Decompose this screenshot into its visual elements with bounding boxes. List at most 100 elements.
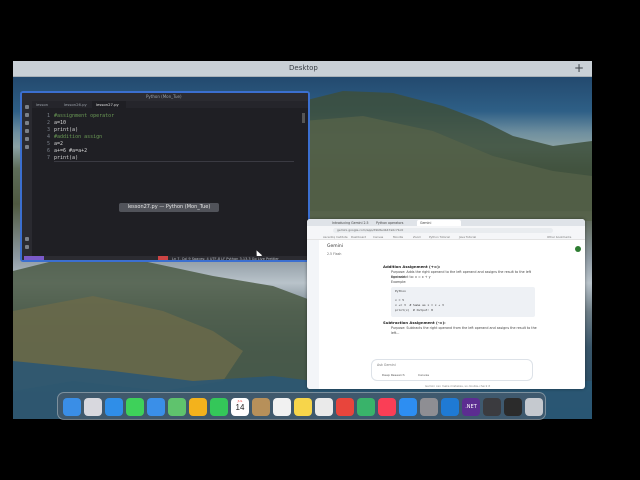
dock-chrome-icon[interactable] <box>336 398 354 416</box>
bookmarks-bar: Ascentiq Institute Dashboard Canvas Mood… <box>307 234 585 240</box>
response-line: Purpose: Subtracts the right operand fro… <box>391 326 537 335</box>
dock-settings-icon[interactable] <box>420 398 438 416</box>
avatar[interactable] <box>575 246 581 252</box>
dock-finder-icon[interactable] <box>63 398 81 416</box>
testing-icon[interactable] <box>25 145 29 149</box>
dock-trash-icon[interactable] <box>525 398 543 416</box>
bookmark-3[interactable]: Canvas <box>373 235 383 239</box>
code-editor[interactable]: #assignment operator a=10 print(a) #additio… <box>54 113 294 162</box>
run-debug-icon[interactable] <box>25 129 29 133</box>
dock-contacts-icon[interactable] <box>252 398 270 416</box>
bookmark-other[interactable]: Other bookmarks <box>547 235 571 239</box>
dock-safari-icon[interactable] <box>105 398 123 416</box>
extensions-icon[interactable] <box>25 137 29 141</box>
deep-research-button[interactable]: Deep Research <box>382 373 405 377</box>
add-desktop-button[interactable]: + <box>574 62 584 74</box>
dock-quicktime-icon[interactable] <box>483 398 501 416</box>
code-line[interactable]: a=2 <box>54 141 294 148</box>
calendar-day: 14 <box>235 403 245 412</box>
prompt-input[interactable]: Ask Gemini <box>377 363 396 367</box>
code-language-label: Python <box>395 289 406 293</box>
disclaimer: Gemini can make mistakes, so double-chec… <box>425 384 491 388</box>
explorer-icon[interactable] <box>25 105 29 109</box>
code-line[interactable]: print(a) <box>54 155 294 162</box>
bookmark-2[interactable]: Dashboard <box>351 235 366 239</box>
dock-freeform-icon[interactable] <box>315 398 333 416</box>
vscode-titlebar[interactable]: Python (Mon_Tue) <box>22 93 308 101</box>
line-number: 1 <box>46 113 50 119</box>
account-icon[interactable] <box>25 237 29 241</box>
status-bar: Ln 7, Col 9 Spaces: 4 UTF-8 LF Python 3.… <box>22 256 308 260</box>
code-line[interactable]: #addition assign <box>54 134 294 141</box>
source-control-icon[interactable] <box>25 121 29 125</box>
gemini-sidebar <box>307 240 319 389</box>
dock-music-icon[interactable] <box>378 398 396 416</box>
dock-calendar-icon[interactable]: JUL 14 <box>231 398 249 416</box>
search-icon[interactable] <box>25 113 29 117</box>
desktop-topbar: Desktop + <box>13 61 592 77</box>
dock-app-store-icon[interactable] <box>399 398 417 416</box>
dock-photos-icon[interactable] <box>189 398 207 416</box>
tab-lesson[interactable]: lesson <box>32 101 60 108</box>
bookmark-4[interactable]: Moodle <box>393 235 403 239</box>
dock: JUL 14 .NET <box>57 392 546 420</box>
gemini-response: Addition Assignment (+=): Purpose: Adds t… <box>383 263 543 335</box>
editor-scrollbar[interactable] <box>302 113 305 123</box>
bookmark-1[interactable]: Ascentiq Institute <box>323 235 348 239</box>
remote-indicator[interactable] <box>24 256 44 260</box>
response-heading: Addition Assignment (+=): <box>383 264 441 269</box>
code-line[interactable]: #assignment operator <box>54 113 294 120</box>
prompt-box[interactable]: Ask Gemini Deep Research Canvas <box>371 359 533 381</box>
dock-terminal-icon[interactable] <box>504 398 522 416</box>
line-number-gutter: 1234567 <box>36 113 54 162</box>
vscode-activity-bar <box>22 101 32 256</box>
problems-indicator[interactable] <box>158 256 168 260</box>
line-number: 3 <box>46 127 50 133</box>
bookmark-5[interactable]: Zoom <box>413 235 421 239</box>
line-number: 4 <box>46 134 50 140</box>
dock-reminders-icon[interactable] <box>273 398 291 416</box>
address-bar-row: gemini.google.com/app/d9b8e4b47a0c7bc0 <box>307 226 585 234</box>
browser-tab-bar: Introducing Gemini 2.5 Flash Python oper… <box>307 219 585 231</box>
code-line[interactable]: a+=6 #a=a+2 <box>54 148 294 155</box>
gemini-title[interactable]: Gemini <box>327 244 343 249</box>
dock-dotnet-icon[interactable]: .NET <box>462 398 480 416</box>
dock-messages-icon[interactable] <box>126 398 144 416</box>
response-heading: Subtraction Assignment (-=): <box>383 320 446 325</box>
dock-maps-icon[interactable] <box>168 398 186 416</box>
tab-lesson27[interactable]: lesson27.py <box>92 101 126 108</box>
code-line[interactable]: a=10 <box>54 120 294 127</box>
dotnet-label: .NET <box>465 404 477 410</box>
line-number: 6 <box>46 148 50 154</box>
browser-window[interactable]: Introducing Gemini 2.5 Flash Python oper… <box>307 219 585 389</box>
tab-lesson26[interactable]: lesson26.py <box>60 101 92 108</box>
dock-facetime-icon[interactable] <box>210 398 228 416</box>
vscode-window-title: Python (Mon_Tue) <box>146 94 182 99</box>
line-number: 7 <box>46 155 50 161</box>
dock-vscode-icon[interactable] <box>441 398 459 416</box>
dock-mail-icon[interactable] <box>147 398 165 416</box>
dock-notes-icon[interactable] <box>294 398 312 416</box>
desktop-screen: Desktop + Python (Mon_Tue) lesson lesson… <box>13 61 592 419</box>
code-block-line: x = 5 <box>395 298 405 302</box>
desktop-title: Desktop <box>289 64 318 72</box>
gear-icon[interactable] <box>25 245 29 249</box>
dock-launchpad-icon[interactable] <box>84 398 102 416</box>
bookmark-7[interactable]: Java Tutorial <box>459 235 476 239</box>
code-line[interactable]: print(a) <box>54 127 294 134</box>
dock-pycharm-icon[interactable] <box>357 398 375 416</box>
window-title-tooltip: lesson27.py — Python (Mon_Tue) <box>119 203 219 212</box>
address-bar[interactable]: gemini.google.com/app/d9b8e4b47a0c7bc0 <box>333 227 553 233</box>
code-block-line: x += 3 # Same as x = x + 3 <box>395 303 444 307</box>
line-number: 2 <box>46 120 50 126</box>
response-line: Example: <box>391 280 407 284</box>
bookmark-6[interactable]: Python Tutorial <box>429 235 450 239</box>
canvas-button[interactable]: Canvas <box>418 373 429 377</box>
vscode-window[interactable]: Python (Mon_Tue) lesson lesson26.py less… <box>20 91 310 262</box>
status-items[interactable]: Ln 7, Col 9 Spaces: 4 UTF-8 LF Python 3.… <box>172 256 279 260</box>
vscode-tab-bar: lesson lesson26.py lesson27.py <box>32 101 308 108</box>
line-number: 5 <box>46 141 50 147</box>
model-selector[interactable]: 2.5 Flash <box>327 252 341 256</box>
code-block-line: print(x) # Output: 8 <box>395 308 433 312</box>
code-block: Python x = 5x += 3 # Same as x = x + 3 pri… <box>391 287 535 317</box>
